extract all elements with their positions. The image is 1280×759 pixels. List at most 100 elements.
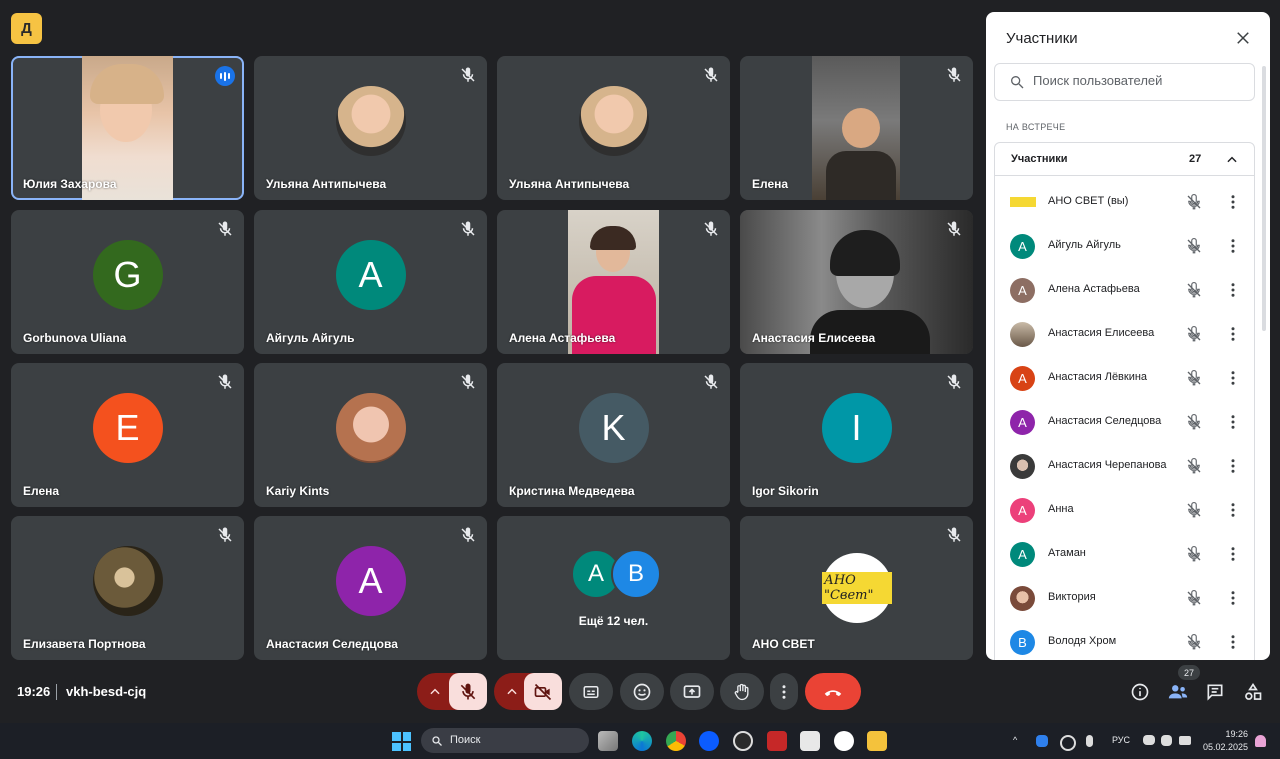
panel-title: Участники [1006,30,1078,47]
participant-tile[interactable]: АНО "Свет" АНО СВЕТ [740,516,973,660]
captions-button[interactable] [569,673,613,710]
more-vert-icon[interactable] [1224,325,1242,343]
defender-icon[interactable] [1036,735,1048,747]
reactions-button[interactable] [620,673,664,710]
task-view-icon[interactable] [598,731,618,751]
camera-toggle-button[interactable] [524,673,562,710]
mic-off-icon[interactable] [1185,457,1203,475]
participant-tile[interactable]: G Gorbunova Uliana [11,210,244,354]
more-vert-icon[interactable] [1224,501,1242,519]
avatar: B [611,549,661,599]
participant-tile[interactable]: Ульяна Антипычева [254,56,487,200]
list-item[interactable]: АНО СВЕТ (вы) [986,180,1261,224]
participant-tile[interactable]: A Анастасия Селедцова [254,516,487,660]
mic-toggle-button[interactable] [449,673,487,710]
mic-off-icon[interactable] [1185,281,1203,299]
mic-off-icon[interactable] [1185,545,1203,563]
mic-off-icon[interactable] [1185,413,1203,431]
microphone-icon[interactable] [1086,735,1093,747]
participant-tile[interactable]: Алена Астафьева [497,210,730,354]
document-icon[interactable] [800,731,820,751]
pdf-icon[interactable] [767,731,787,751]
sync-icon[interactable] [1060,735,1076,751]
more-vert-icon[interactable] [1224,369,1242,387]
folder-icon[interactable] [867,731,887,751]
participant-tile[interactable]: Ульяна Антипычева [497,56,730,200]
participant-tile[interactable]: K Кристина Медведева [497,363,730,507]
tray-chevron-icon[interactable]: ^ [1013,735,1017,745]
mic-off-icon[interactable] [1185,501,1203,519]
volume-icon[interactable] [1161,735,1172,746]
more-vert-icon[interactable] [1224,589,1242,607]
more-participants-tile[interactable]: A B Ещё 12 чел. [497,516,730,660]
close-icon[interactable] [1234,29,1252,47]
taskbar-date[interactable]: 05.02.2025 [1196,742,1248,752]
participant-tile[interactable]: Анастасия Елисеева [740,210,973,354]
avatar: I [821,393,892,463]
more-vert-icon[interactable] [1224,545,1242,563]
mic-off-icon[interactable] [1185,325,1203,343]
group-header[interactable]: Участники 27 [995,143,1254,176]
mic-off-icon[interactable] [1185,633,1203,651]
zoom-icon[interactable] [699,731,719,751]
search-box[interactable] [994,63,1255,101]
search-input[interactable] [1031,72,1245,89]
taskbar-time[interactable]: 19:26 [1212,729,1248,739]
list-item[interactable]: A Алена Астафьева [986,268,1261,312]
participant-tile[interactable]: Елизавета Портнова [11,516,244,660]
emoji-icon [633,683,651,700]
present-button[interactable] [670,673,714,710]
participant-tile[interactable]: A Айгуль Айгуль [254,210,487,354]
avatar-photo [578,86,649,156]
list-item[interactable]: Виктория [986,576,1261,620]
participant-name: Анастасия Елисеева [752,331,876,345]
more-vert-icon[interactable] [1224,457,1242,475]
more-vert-icon[interactable] [1224,413,1242,431]
more-vert-icon[interactable] [1224,193,1242,211]
meeting-info-button[interactable] [1128,680,1152,704]
battery-icon[interactable] [1179,736,1191,745]
avatar: A [1010,366,1035,391]
participant-tile[interactable]: Юлия Захарова [11,56,244,200]
mic-off-icon[interactable] [1185,369,1203,387]
more-options-button[interactable] [770,673,798,710]
taskbar-search[interactable]: Поиск [421,728,589,753]
mic-off-icon[interactable] [1185,237,1203,255]
language-indicator[interactable]: РУС [1112,735,1130,745]
hang-up-icon [824,689,842,696]
edge-icon[interactable] [632,731,652,751]
chevron-up-icon[interactable] [428,685,442,699]
participants-button[interactable] [1166,680,1190,704]
chrome-icon[interactable] [666,731,686,751]
list-item[interactable]: A Айгуль Айгуль [986,224,1261,268]
participant-tile[interactable]: E Елена [11,363,244,507]
leave-call-button[interactable] [805,673,861,710]
chevron-up-icon[interactable] [505,685,519,699]
wifi-icon[interactable] [1143,735,1155,745]
list-item[interactable]: Анастасия Черепанова [986,444,1261,488]
participant-tile[interactable]: I Igor Sikorin [740,363,973,507]
os-taskbar: Поиск ^ РУС 19:26 05.02.2025 [0,723,1280,759]
list-item[interactable]: A Анастасия Лёвкина [986,356,1261,400]
more-vert-icon[interactable] [1224,633,1242,651]
app-icon[interactable] [733,731,753,751]
yandex-browser-icon[interactable] [834,731,854,751]
scrollbar[interactable] [1262,66,1266,331]
activities-button[interactable] [1241,680,1265,704]
mic-off-icon[interactable] [1185,193,1203,211]
list-item[interactable]: A Атаман [986,532,1261,576]
mic-off-icon[interactable] [1185,589,1203,607]
participant-tile[interactable]: Kariy Kints [254,363,487,507]
avatar: A [1010,410,1035,435]
more-vert-icon[interactable] [1224,237,1242,255]
raise-hand-button[interactable] [720,673,764,710]
participant-tile[interactable]: Елена [740,56,973,200]
list-item[interactable]: A Анастасия Селедцова [986,400,1261,444]
list-item[interactable]: B Володя Хром [986,620,1261,660]
list-item[interactable]: A Анна [986,488,1261,532]
windows-start-icon[interactable] [392,732,411,751]
chat-button[interactable] [1203,680,1227,704]
list-item[interactable]: Анастасия Елисеева [986,312,1261,356]
more-vert-icon[interactable] [1224,281,1242,299]
notification-bell-icon[interactable] [1255,735,1266,747]
